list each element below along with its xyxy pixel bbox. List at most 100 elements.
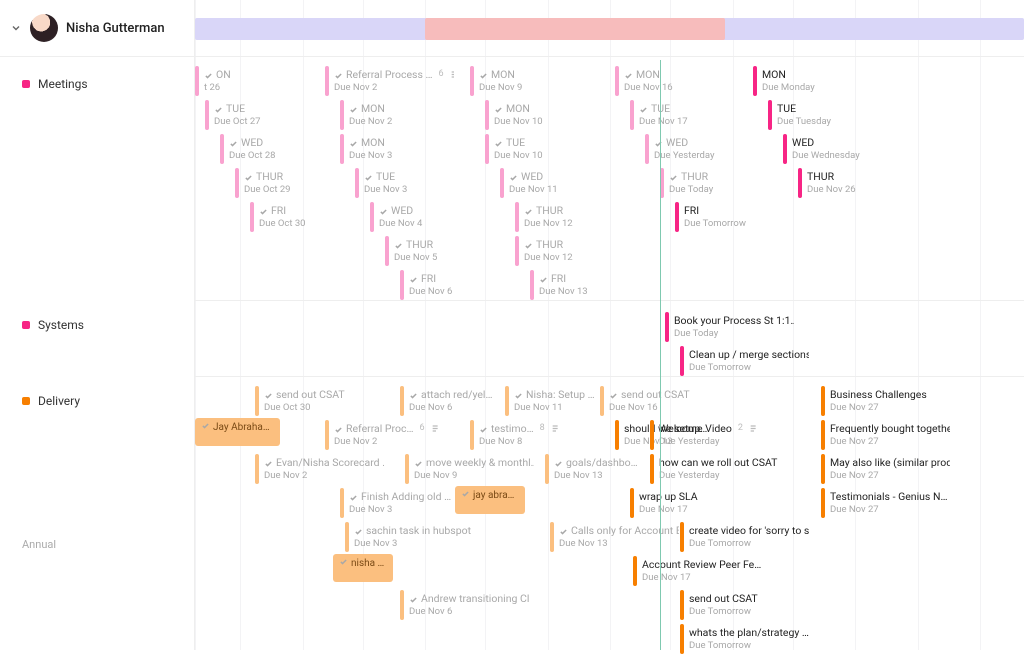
task-card[interactable]: Referral Process …6Due Nov 2 xyxy=(325,64,460,98)
task-due: Due Yesterday xyxy=(659,470,779,482)
section-systems[interactable]: Systems xyxy=(0,306,94,344)
task-title: May also like (similar product… xyxy=(830,456,950,469)
task-title: Frequently bought together (… xyxy=(830,422,950,435)
task-card[interactable]: MONDue Monday xyxy=(753,64,888,98)
task-due: Due Nov 17 xyxy=(639,116,759,128)
task-card[interactable]: THURDue Nov 26 xyxy=(798,166,933,200)
task-due: Due Oct 28 xyxy=(229,150,349,162)
task-due: Due Nov 27 xyxy=(830,402,950,414)
task-card[interactable]: THURDue Today xyxy=(660,166,795,200)
task-title: Evan/Nisha Scorecard … xyxy=(264,456,384,469)
check-icon xyxy=(539,274,548,283)
task-card[interactable]: send out CSATDue Nov 16 xyxy=(600,384,735,418)
task-card[interactable]: create video for 'sorry to see…Due Tomor… xyxy=(680,520,815,554)
task-card[interactable]: send out CSATDue Tomorrow xyxy=(680,588,815,622)
task-due: Due Nov 17 xyxy=(639,504,759,516)
section-label: Meetings xyxy=(38,77,88,91)
task-block[interactable]: Jay Abraham Book xyxy=(195,418,280,446)
task-block[interactable]: nisha tasks in … xyxy=(333,554,393,582)
task-card[interactable]: move weekly & monthl…Due Nov 9 xyxy=(405,452,540,486)
task-due: Due Today xyxy=(674,328,794,340)
section-delivery[interactable]: Delivery xyxy=(0,382,90,420)
task-card[interactable]: Frequently bought together (…Due Nov 27 xyxy=(821,418,956,452)
task-block[interactable]: jay abrahams referral… xyxy=(455,486,525,514)
task-card[interactable]: TUEDue Nov 3 xyxy=(355,166,490,200)
task-card[interactable]: THURDue Oct 29 xyxy=(235,166,370,200)
task-card[interactable]: Book your Process St 1:1…1Due Today xyxy=(665,310,800,344)
check-icon xyxy=(669,172,678,181)
task-card[interactable]: Andrew transitioning Client…Due Nov 6 xyxy=(400,588,535,622)
task-due: Due Nov 6 xyxy=(409,606,529,618)
status-stripe xyxy=(753,66,757,96)
task-card[interactable]: testimo…8Due Nov 8 xyxy=(470,418,605,452)
task-card[interactable]: TUEDue Tuesday xyxy=(768,98,903,132)
task-card[interactable]: wrap up SLADue Nov 17 xyxy=(630,486,765,520)
task-title: TUE xyxy=(214,102,334,115)
task-card[interactable]: send out CSATDue Oct 30 xyxy=(255,384,390,418)
task-card[interactable]: how can we roll out CSAT surv…Due Yester… xyxy=(650,452,785,486)
chevron-down-icon[interactable] xyxy=(10,22,22,34)
task-card[interactable]: sachin task in hubspotDue Nov 3 xyxy=(345,520,480,554)
task-card[interactable]: Account Review Peer Fe…2Due Nov 17 xyxy=(633,554,768,588)
task-card[interactable]: Referral Proc…6Due Nov 2 xyxy=(325,418,460,452)
today-indicator xyxy=(660,60,661,650)
section-meetings[interactable]: Meetings xyxy=(0,65,194,103)
check-icon xyxy=(354,526,363,535)
task-card[interactable]: WEDDue Nov 4 xyxy=(370,200,505,234)
task-title: Clean up / merge sections+fi… xyxy=(689,348,809,361)
task-title: Referral Proc…6 xyxy=(334,422,454,435)
task-card[interactable]: FRIDue Nov 6 xyxy=(400,268,535,302)
task-card[interactable]: Evan/Nisha Scorecard …Due Nov 2 xyxy=(255,452,390,486)
status-stripe xyxy=(630,488,634,518)
task-due: Due Nov 26 xyxy=(807,184,927,196)
status-stripe xyxy=(345,522,349,552)
task-card[interactable]: MONDue Nov 16 xyxy=(615,64,750,98)
task-card[interactable]: Calls only for Account B…Due Nov 13 xyxy=(550,520,685,554)
task-card[interactable]: TUEDue Nov 17 xyxy=(630,98,765,132)
check-icon xyxy=(509,172,518,181)
task-card[interactable]: MONDue Nov 2 xyxy=(340,98,475,132)
task-title: wrap up SLA xyxy=(639,490,759,503)
task-title: Testimonials - Genius N…2 xyxy=(830,490,950,503)
task-card[interactable]: Testimonials - Genius N…2Due Nov 27 xyxy=(821,486,956,520)
task-card[interactable]: MONDue Nov 9 xyxy=(470,64,605,98)
task-card[interactable]: WEDDue Oct 28 xyxy=(220,132,355,166)
task-card[interactable]: TUEDue Nov 10 xyxy=(485,132,620,166)
check-icon xyxy=(349,104,358,113)
task-card[interactable]: FRIDue Oct 30 xyxy=(250,200,385,234)
task-due: Due Tomorrow xyxy=(689,362,809,374)
task-title: THUR xyxy=(807,170,927,183)
task-card[interactable]: ONt 26 xyxy=(195,64,330,98)
task-card[interactable]: TUEDue Oct 27 xyxy=(205,98,340,132)
status-stripe xyxy=(821,454,825,484)
task-card[interactable]: WEDDue Wednesday xyxy=(783,132,918,166)
task-card[interactable]: THURDue Nov 5 xyxy=(385,234,520,268)
section-annual[interactable]: Annual xyxy=(0,526,66,563)
task-card[interactable]: Clean up / merge sections+fi…Due Tomorro… xyxy=(680,344,815,378)
task-card[interactable]: FRIDue Nov 13 xyxy=(530,268,665,302)
task-card[interactable]: FRIDue Tomorrow xyxy=(675,200,810,234)
status-stripe xyxy=(325,420,329,450)
task-due: Due Tomorrow xyxy=(689,538,809,550)
task-due: Due Oct 30 xyxy=(264,402,384,414)
check-icon xyxy=(201,421,210,430)
check-icon xyxy=(461,489,470,498)
task-card[interactable]: WEDDue Nov 11 xyxy=(500,166,635,200)
task-card[interactable]: THURDue Nov 12 xyxy=(515,234,650,268)
task-title: Welcome Video2 xyxy=(659,422,779,435)
task-due: Due Nov 27 xyxy=(830,436,950,448)
task-title: Business Challenges xyxy=(830,388,950,401)
task-due: Due Nov 16 xyxy=(624,82,744,94)
timeline-canvas[interactable]: ONt 26TUEDue Oct 27WEDDue Oct 28THURDue … xyxy=(195,56,1024,650)
task-card[interactable]: May also like (similar product…Due Nov 2… xyxy=(821,452,956,486)
user-header[interactable]: Nisha Gutterman xyxy=(0,0,194,56)
check-icon xyxy=(554,458,563,467)
task-card[interactable]: THURDue Nov 12 xyxy=(515,200,650,234)
task-card[interactable]: MONDue Nov 3 xyxy=(340,132,475,166)
task-card[interactable]: WEDDue Yesterday xyxy=(645,132,780,166)
task-due: Due Nov 9 xyxy=(479,82,599,94)
task-card[interactable]: whats the plan/strategy …1Due Tomorrow xyxy=(680,622,815,656)
task-card[interactable]: Welcome Video2Due Yesterday xyxy=(650,418,785,452)
task-card[interactable]: Business ChallengesDue Nov 27 xyxy=(821,384,956,418)
task-card[interactable]: MONDue Nov 10 xyxy=(485,98,620,132)
